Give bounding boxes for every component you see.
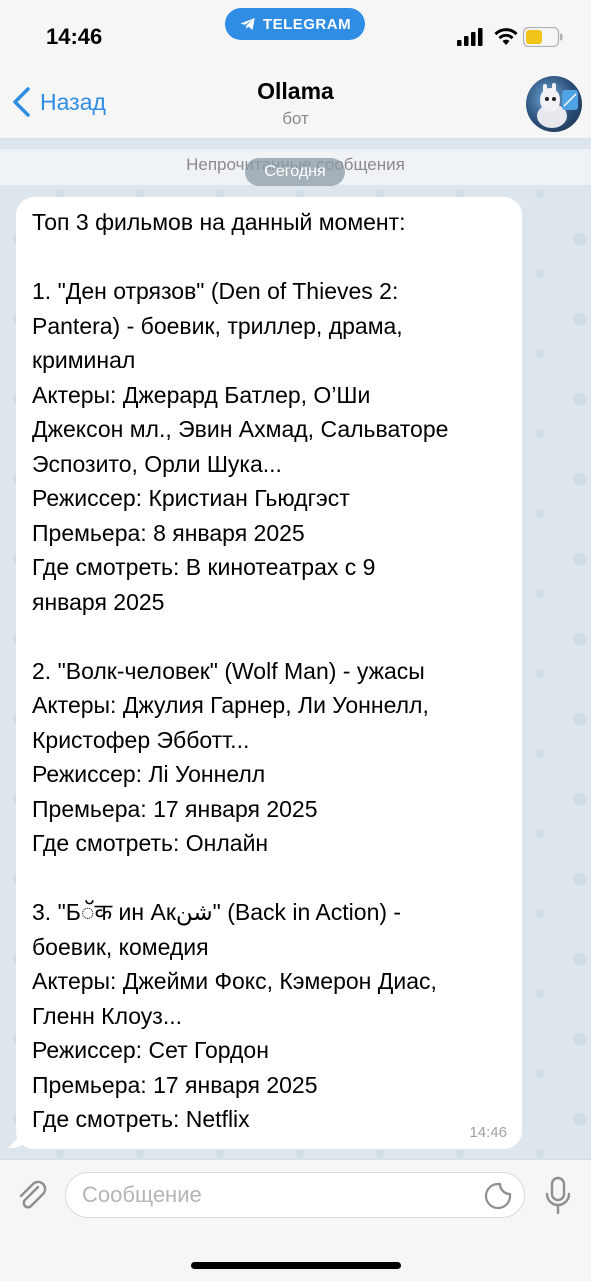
status-time: 14:46 (46, 24, 103, 49)
chat-header: Назад Ollama бот (0, 72, 591, 139)
message-bubble[interactable]: Топ 3 фильмов на данный момент: 1. "Ден о… (16, 197, 522, 1149)
microphone-icon[interactable] (544, 1176, 572, 1216)
message-line: Актеры: Джейми Фокс, Кэмерон Диас, (32, 968, 437, 994)
sticker-icon[interactable] (484, 1182, 512, 1210)
message-line: Pantera) - боевик, триллер, драма, (32, 312, 403, 339)
message-line: Где смотреть: Netflix (32, 1106, 250, 1132)
telegram-icon (240, 18, 255, 30)
home-indicator (191, 1262, 401, 1269)
message-line: января 2025 (32, 588, 165, 615)
message-line: 2. "Волк-человек" (Wolf Man) - ужасы (32, 657, 425, 684)
message-line: Джексон мл., Эвин Ахмад, Сальваторе (32, 416, 449, 442)
message-line: Где смотреть: Онлайн (32, 830, 269, 856)
message-time: 14:46 (469, 1124, 507, 1141)
message-line: Режиссер: Сет Гордон (32, 1037, 269, 1063)
status-bar: 14:46 TELEGRAM (0, 0, 591, 72)
message-line: Режиссер: Лі Уоннелл (32, 761, 266, 787)
cellular-signal-icon (457, 28, 483, 46)
message-line: Актеры: Джулия Гарнер, Ли Уоннелл, (32, 692, 429, 718)
message-line: Эспозито, Орли Шука... (32, 450, 282, 477)
date-pill: Сегодня (245, 158, 345, 186)
message-line: боевик, комедия (32, 933, 209, 960)
message-line: Премьера: 17 января 2025 (32, 795, 318, 822)
message-line: Режиссер: Кристиан Гьюдгэст (32, 485, 350, 511)
bot-avatar[interactable] (526, 76, 582, 132)
message-line: 3. "Бॅक ин Акشن" (Back in Action) - (32, 899, 402, 925)
telegram-pill-label: TELEGRAM (262, 15, 352, 33)
paperclip-icon[interactable] (14, 1178, 50, 1214)
message-line: Гленн Клоуз... (32, 1002, 182, 1029)
chat-title: Ollama (257, 78, 334, 104)
message-line: Актеры: Джерард Батлер, О’Ши (32, 381, 371, 408)
chat-subtitle: бот (282, 109, 309, 128)
chat-title-block[interactable]: Ollama бот (0, 78, 591, 129)
message-line: криминал (32, 347, 136, 373)
message-line: Премьера: 8 января 2025 (32, 519, 305, 546)
message-line: Кристофер Эбботт... (32, 726, 250, 753)
battery-icon (523, 27, 563, 47)
wifi-icon (494, 28, 518, 45)
message-line: Где смотреть: В кинотеатрах с 9 (32, 554, 376, 580)
message-input[interactable] (65, 1172, 525, 1218)
message-text: Топ 3 фильмов на данный момент: 1. "Ден о… (32, 205, 506, 1137)
llama-avatar-icon (537, 83, 578, 128)
telegram-pill[interactable]: TELEGRAM (225, 8, 365, 40)
message-line: Премьера: 17 января 2025 (32, 1071, 318, 1098)
message-line: Топ 3 фильмов на данный момент: (32, 209, 406, 235)
message-line: 1. "Ден отрязов" (Den of Thieves 2: (32, 278, 399, 304)
